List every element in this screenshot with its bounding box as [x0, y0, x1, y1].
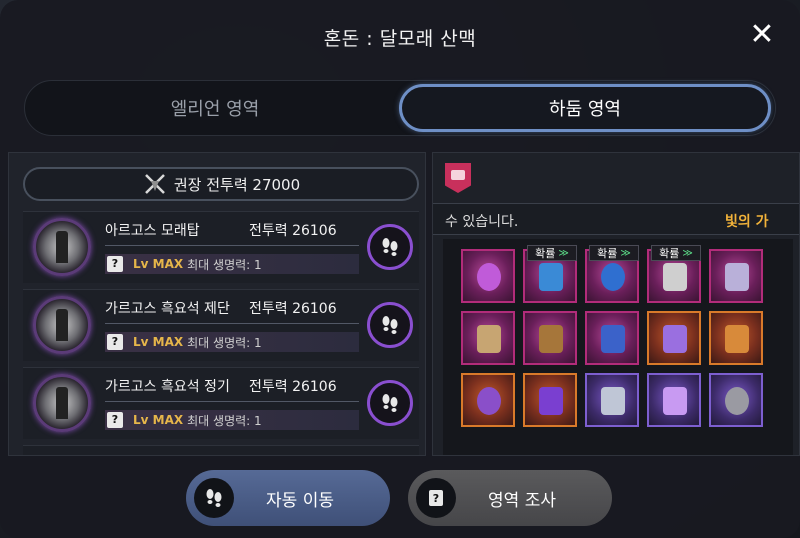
chaos-dialog: 혼돈 : 달모래 산맥 ✕ 엘리언 영역 하둠 영역 권장 전투력 27000 …	[0, 0, 800, 538]
map-scroll-icon	[477, 325, 501, 353]
orb-icon	[477, 263, 501, 291]
reward-item[interactable]: 확률 ≫	[647, 245, 701, 303]
tab-hadum-area[interactable]: 하둠 영역	[399, 84, 771, 132]
survey-icon: ?	[416, 478, 456, 518]
area-survey-button[interactable]: ? 영역 조사	[408, 470, 612, 526]
reward-item[interactable]	[523, 311, 577, 365]
list-item[interactable]: 가르고스 흑요석 정기 전투력 26106 ? Lv MAX 최대 생명력: 1	[23, 367, 419, 439]
reward-item[interactable]	[523, 373, 577, 427]
telescope-icon	[725, 325, 749, 353]
close-icon[interactable]: ✕	[748, 20, 776, 50]
target-power: 전투력 26106	[249, 301, 337, 317]
probability-badge: 확률 ≫	[589, 245, 639, 261]
dialog-title: 혼돈 : 달모래 산맥	[323, 28, 477, 50]
target-power: 전투력 26106	[249, 379, 337, 395]
footsteps-button[interactable]	[367, 224, 413, 270]
auto-move-button[interactable]: 자동 이동	[186, 470, 390, 526]
footsteps-icon	[382, 394, 398, 412]
reward-item[interactable]	[585, 311, 639, 365]
level-label: Lv MAX	[133, 335, 184, 349]
bracelet-icon	[477, 387, 501, 415]
level-label: Lv MAX	[133, 413, 184, 427]
shard-icon	[725, 263, 749, 291]
reward-item[interactable]	[709, 311, 763, 365]
target-power: 전투력 26106	[249, 223, 337, 239]
target-name: 가르고스 흑요석 제단	[105, 301, 230, 317]
divider	[105, 401, 359, 402]
reward-panel: 수 있습니다. 빛의 가 확률 ≫ 확률 ≫ 확률 ≫	[432, 152, 800, 456]
list-item[interactable]: 아르고스 모래탑 전투력 26106 ? Lv MAX 최대 생명력: 1	[23, 211, 419, 283]
reward-item[interactable]: 확률 ≫	[523, 245, 577, 303]
target-name: 가르고스 흑요석 정기	[105, 379, 230, 395]
chalice-icon	[601, 387, 625, 415]
area-survey-label: 영역 조사	[488, 490, 556, 511]
crossed-swords-icon	[144, 174, 165, 194]
question-icon[interactable]: ?	[107, 334, 123, 350]
gem-icon	[663, 387, 687, 415]
stat-bar: ? Lv MAX 최대 생명력: 1	[105, 254, 359, 274]
target-name: 아르고스 모래탑	[105, 223, 200, 239]
map-icon	[445, 163, 471, 193]
svg-text:?: ?	[433, 492, 439, 505]
tab-elian-area[interactable]: 엘리언 영역	[29, 84, 401, 132]
footsteps-button[interactable]	[367, 380, 413, 426]
probability-badge: 확률 ≫	[651, 245, 701, 261]
reward-item[interactable]	[709, 373, 763, 427]
area-tabs: 엘리언 영역 하둠 영역	[24, 80, 776, 136]
reward-item[interactable]	[461, 249, 515, 303]
footsteps-button[interactable]	[367, 302, 413, 348]
fragment-icon	[601, 325, 625, 353]
book-icon	[539, 325, 563, 353]
target-list: 권장 전투력 27000 아르고스 모래탑 전투력 26106 ? Lv MAX…	[8, 152, 426, 456]
footsteps-icon	[194, 478, 234, 518]
question-icon[interactable]: ?	[107, 412, 123, 428]
reward-item[interactable]	[647, 373, 701, 427]
stat-bar: ? Lv MAX 최대 생명력: 1	[105, 410, 359, 430]
reward-item[interactable]: 확률 ≫	[585, 245, 639, 303]
description-highlight: 빛의 가	[725, 214, 769, 230]
scroll-icon	[663, 263, 687, 291]
divider	[105, 323, 359, 324]
auto-move-label: 자동 이동	[266, 490, 334, 511]
reward-item[interactable]	[647, 311, 701, 365]
recommended-power-label: 권장 전투력 27000	[173, 175, 301, 194]
stat-text: 최대 생명력: 1	[187, 335, 262, 350]
sphere-icon	[601, 263, 625, 291]
footsteps-icon	[382, 316, 398, 334]
list-item[interactable]: 가르고스 흑요석 제단 전투력 26106 ? Lv MAX 최대 생명력: 1	[23, 289, 419, 361]
probability-badge: 확률 ≫	[527, 245, 577, 261]
level-label: Lv MAX	[133, 257, 184, 271]
stat-bar: ? Lv MAX 최대 생명력: 1	[105, 332, 359, 352]
divider	[105, 245, 359, 246]
crystal-icon	[539, 263, 563, 291]
reward-description: 수 있습니다. 빛의 가	[433, 203, 799, 235]
reward-item[interactable]	[461, 373, 515, 427]
reward-item[interactable]	[585, 373, 639, 427]
reward-item[interactable]	[709, 249, 763, 303]
description-text: 수 있습니다.	[445, 214, 519, 230]
reward-item[interactable]	[461, 311, 515, 365]
stat-text: 최대 생명력: 1	[187, 257, 262, 272]
amethyst-icon	[663, 325, 687, 353]
cluster-icon	[539, 387, 563, 415]
question-icon[interactable]: ?	[107, 256, 123, 272]
footsteps-icon	[382, 238, 398, 256]
list-item[interactable]	[23, 445, 419, 455]
tower-portrait	[33, 218, 91, 276]
recommended-power: 권장 전투력 27000	[23, 167, 419, 201]
altar-portrait	[33, 296, 91, 354]
reward-grid: 확률 ≫ 확률 ≫ 확률 ≫	[443, 239, 793, 455]
coin-icon	[725, 387, 749, 415]
stat-text: 최대 생명력: 1	[187, 413, 262, 428]
spirit-portrait	[33, 374, 91, 432]
